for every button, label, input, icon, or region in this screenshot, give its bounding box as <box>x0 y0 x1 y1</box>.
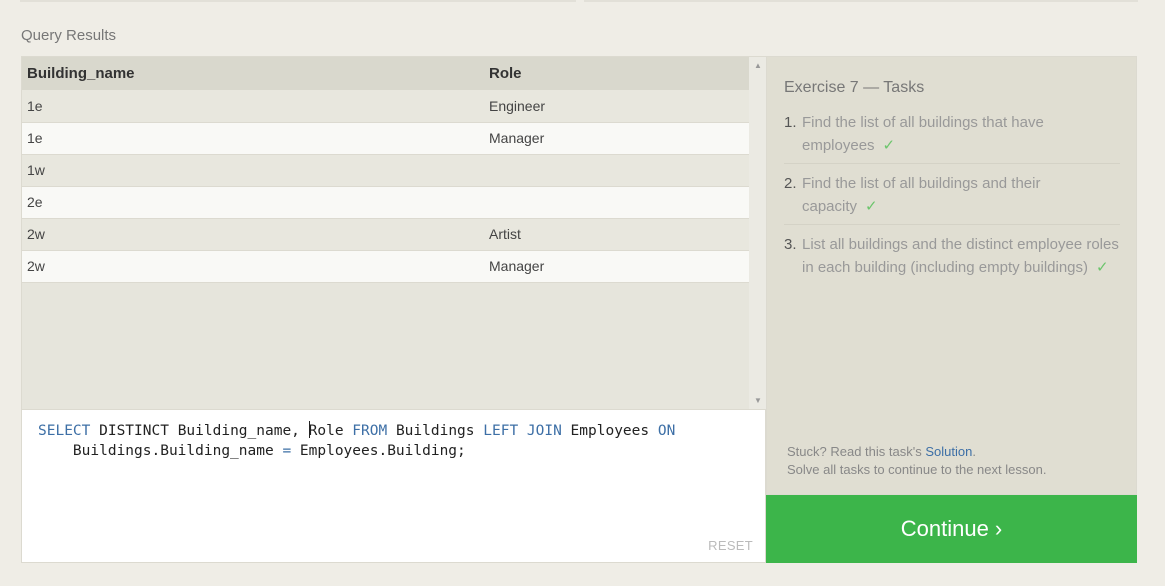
task-text: Find the list of all buildings that have… <box>802 114 1044 154</box>
top-divider-right <box>584 0 1138 2</box>
column-header-building-name: Building_name <box>22 57 484 90</box>
keyword-select: SELECT <box>38 423 91 439</box>
cell-role <box>484 154 749 187</box>
code-table-buildings: Buildings <box>387 423 484 439</box>
tasks-panel: Exercise 7 — Tasks 1. Find the list of a… <box>766 56 1137 495</box>
checkmark-icon: ✓ <box>882 137 896 154</box>
task-item: 3. List all buildings and the distinct e… <box>784 233 1120 285</box>
cell-building-name: 1w <box>22 154 484 187</box>
tasks-title: Exercise 7 — Tasks <box>784 79 925 96</box>
solution-link[interactable]: Solution <box>925 444 972 459</box>
cell-building-name: 2w <box>22 218 484 251</box>
query-results-panel: Building_name Role 1e Engineer 1e Manage… <box>21 56 767 410</box>
cell-role: Engineer <box>484 90 749 123</box>
stuck-hint: Stuck? Read this task's Solution. <box>787 442 976 462</box>
table-row: 1w <box>22 154 749 187</box>
cell-role: Manager <box>484 122 749 155</box>
code-join-right: Employees.Building; <box>291 443 466 459</box>
results-table: Building_name Role 1e Engineer 1e Manage… <box>22 57 749 283</box>
code-equals: = <box>282 443 292 459</box>
task-text: Find the list of all buildings and their… <box>802 175 1041 215</box>
table-row: 2w Manager <box>22 250 749 283</box>
scroll-down-arrow-icon[interactable]: ▼ <box>749 396 767 405</box>
code-columns: DISTINCT Building_name, <box>90 423 309 439</box>
top-divider-left <box>20 0 576 2</box>
cell-building-name: 1e <box>22 90 484 123</box>
stuck-suffix: . <box>972 444 976 459</box>
table-row: 2w Artist <box>22 218 749 251</box>
sql-code[interactable]: SELECT DISTINCT Building_name, Role FROM… <box>38 421 738 461</box>
table-header-row: Building_name Role <box>22 57 749 90</box>
stuck-prefix: Stuck? Read this task's <box>787 444 926 459</box>
table-row: 1e Engineer <box>22 90 749 123</box>
section-title: Query Results <box>21 27 117 44</box>
task-item: 1. Find the list of all buildings that h… <box>784 111 1120 164</box>
continue-button[interactable]: Continue › <box>766 495 1137 563</box>
cell-role: Manager <box>484 250 749 283</box>
task-number: 3. <box>784 236 797 253</box>
keyword-from: FROM <box>352 423 388 439</box>
code-join-left: Buildings.Building_name <box>38 443 283 459</box>
task-text: List all buildings and the distinct empl… <box>802 236 1119 276</box>
solve-note: Solve all tasks to continue to the next … <box>787 462 1047 477</box>
column-header-role: Role <box>484 57 749 90</box>
checkmark-icon: ✓ <box>865 198 878 215</box>
cell-role: Artist <box>484 218 749 251</box>
task-item: 2. Find the list of all buildings and th… <box>784 172 1120 225</box>
reset-button[interactable]: RESET <box>708 538 753 553</box>
sql-editor[interactable]: SELECT DISTINCT Building_name, Role FROM… <box>21 410 766 563</box>
cell-building-name: 1e <box>22 122 484 155</box>
table-row: 2e <box>22 186 749 219</box>
checkmark-icon: ✓ <box>1096 259 1109 276</box>
code-role: Role <box>308 423 344 439</box>
scroll-up-arrow-icon[interactable]: ▲ <box>749 61 767 70</box>
cell-role <box>484 186 749 219</box>
results-scrollbar[interactable]: ▲ ▼ <box>749 57 767 409</box>
table-row: 1e Manager <box>22 122 749 155</box>
keyword-left-join: LEFT JOIN <box>483 423 562 439</box>
cell-building-name: 2w <box>22 250 484 283</box>
task-number: 1. <box>784 114 797 131</box>
task-number: 2. <box>784 175 797 192</box>
cell-building-name: 2e <box>22 186 484 219</box>
task-list: 1. Find the list of all buildings that h… <box>784 111 1120 293</box>
keyword-on: ON <box>657 423 676 439</box>
code-table-employees: Employees <box>561 423 658 439</box>
